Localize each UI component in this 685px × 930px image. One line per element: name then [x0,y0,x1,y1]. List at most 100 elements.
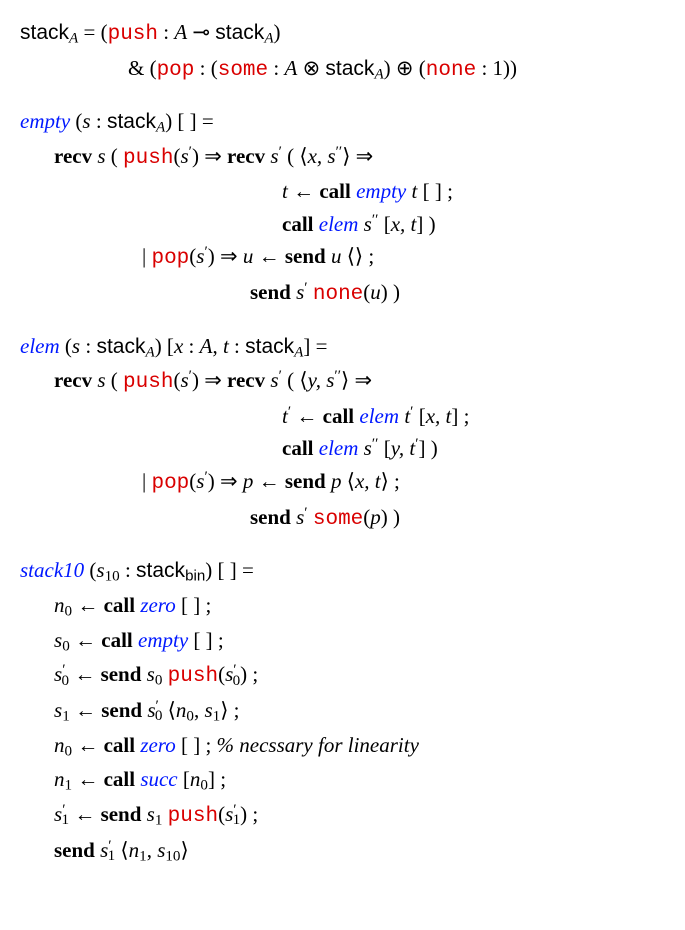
text: : [229,334,245,358]
var: x [174,334,183,358]
type-def-line-2: & (pop : (some : A ⊗ stackA) ⊕ (none : 1… [20,52,665,88]
var: u [370,280,381,304]
proc-name-empty: empty [138,628,188,652]
stack10-body-4: s1 ← send s′0 ⟨n0, s1⟩ ; [20,694,665,729]
text: ← [70,628,102,652]
empty-body-4: | pop(s′) ⇒ u ← send u ⟨⟩ ; [20,240,665,276]
var: p [370,505,381,529]
text: : [183,334,199,358]
var: s [147,662,155,686]
label-push: push [123,371,173,394]
kw-call: call [282,212,319,236]
kw-call: call [104,593,141,617]
kw-call: call [323,404,360,428]
var: s [54,802,62,826]
var: s [147,802,155,826]
text: : [91,109,107,133]
elem-body-3: call elem s′′ [y, t′] ) [20,432,665,465]
text: : ( [194,56,217,80]
proc-name-zero: zero [140,593,175,617]
label-pop: pop [157,59,195,82]
subscript: A [374,66,383,82]
type-name: stack [245,335,294,358]
text: : [158,20,174,44]
var: n [176,698,187,722]
type-name: stack [325,57,374,80]
var: u [243,244,254,268]
var: n [54,593,65,617]
tensor: ⊗ [297,56,325,80]
text: & ( [128,56,157,80]
label-none: none [426,59,476,82]
text: ) [ ] = [165,109,214,133]
type-name: stack [136,559,185,582]
proc-name-succ: succ [140,767,177,791]
text: ⟨ [341,469,354,493]
text: ) ; [240,802,258,826]
subscript: 1 [62,708,70,724]
text: : [268,56,284,80]
text: ⟨⟩ ; [341,244,374,268]
type-name: stack [96,335,145,358]
stack10-body-5: n0 ← call zero [ ] ; % necssary for line… [20,729,665,764]
stack10-body-1: n0 ← call zero [ ] ; [20,589,665,624]
label-none: none [313,283,363,306]
text: , [194,698,205,722]
var: s [54,698,62,722]
stack10-body-6: n1 ← call succ [n0] ; [20,763,665,798]
var: p [331,469,342,493]
var: s [358,436,371,460]
text: ) [ [155,334,174,358]
text: [ [413,404,425,428]
vars: x, s [308,144,336,168]
text: [ [378,436,390,460]
text: [ ] ; [188,628,224,652]
text: ← [291,404,323,428]
subscript: 1 [139,848,147,864]
stack10-body-8: send s′1 ⟨n1, s10⟩ [20,834,665,869]
var: t [399,404,410,428]
kw-send: send [250,505,296,529]
text: : [120,558,136,582]
stack10-body-7: s′1 ← send s1 push(s′1) ; [20,798,665,834]
proc-name-elem: elem [319,212,359,236]
text: ← [69,802,101,826]
var: n [190,767,201,791]
text: ( [106,368,124,392]
type-name: stack [215,21,264,44]
vars: y, s [308,368,335,392]
elem-sig: elem (s : stackA) [x : A, t : stackA] = [20,330,665,365]
var: s [270,144,278,168]
empty-body-3: call elem s′′ [x, t] ) [20,208,665,241]
var: s [97,144,105,168]
var: s [54,662,62,686]
text: ) [274,20,281,44]
text: ( [84,558,96,582]
text: ( [70,109,82,133]
proc-name-empty: empty [356,179,406,203]
text: ← [70,698,102,722]
subscript: 0 [65,603,73,619]
var: p [243,469,254,493]
subscript: A [145,344,154,360]
text: ( ⟨ [282,368,308,392]
var: s [270,368,278,392]
text: ⟩ ; [381,469,400,493]
subscript: 0 [62,673,70,689]
text: , [212,334,223,358]
typevar: A [284,56,297,80]
type-def-line-1: stackA = (push : A ⊸ stackA) [20,16,665,52]
text: ) ; [240,662,258,686]
subscript: 1 [62,812,70,828]
text: ( [106,144,124,168]
subscript: 10 [105,568,120,584]
vars: x, t [426,404,452,428]
stack10-body-2: s0 ← call empty [ ] ; [20,624,665,659]
vars: x, t [391,212,417,236]
text: [ ] ; [176,593,212,617]
kw-send: send [250,280,296,304]
elem-body-2: t′ ← call elem t′ [x, t] ; [20,400,665,433]
var: n [54,733,65,757]
text: ) ) [381,280,400,304]
label-push: push [108,23,158,46]
